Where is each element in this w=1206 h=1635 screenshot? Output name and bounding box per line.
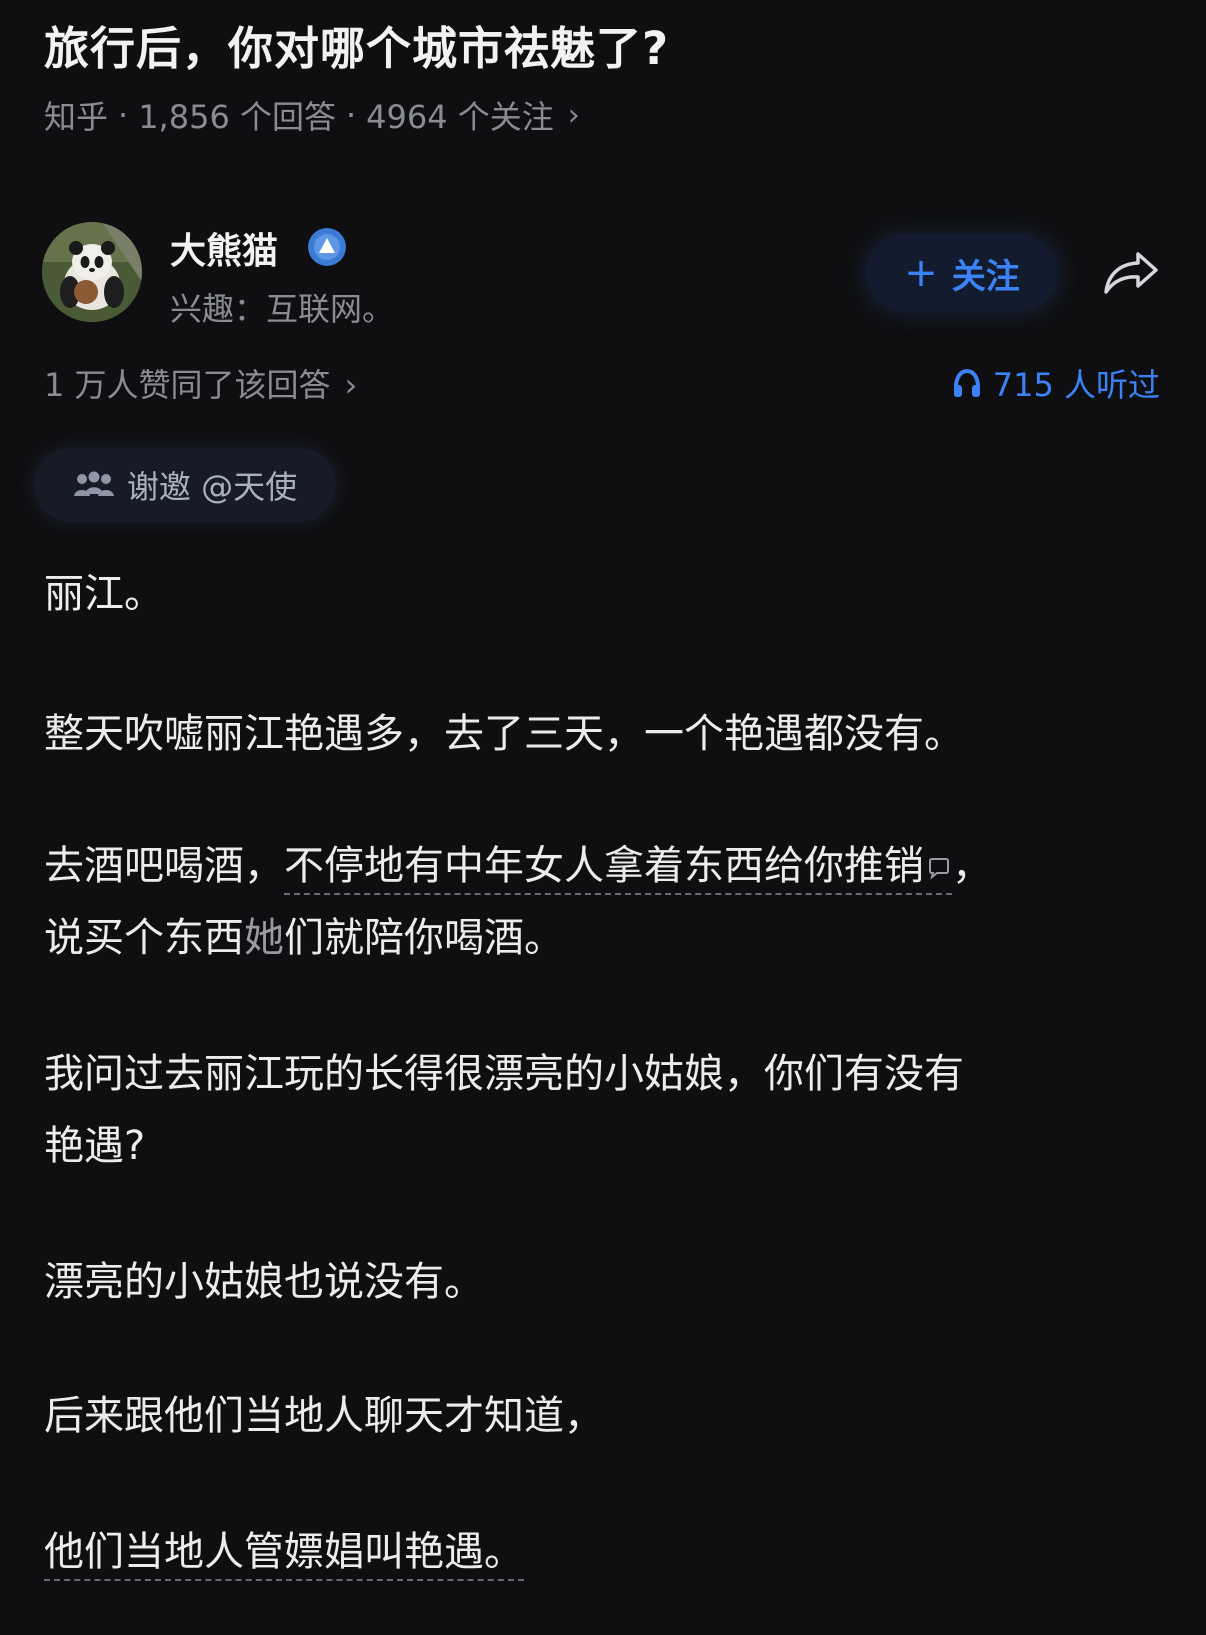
paragraph-text: ， xyxy=(952,843,992,889)
answer-paragraph: 说买个东西她们就陪你喝酒。 xyxy=(44,904,564,972)
paragraph-text: 去酒吧喝酒， xyxy=(44,843,284,889)
upvote-text: 1 万人赞同了该回答 xyxy=(44,366,331,404)
plus-icon: + xyxy=(904,250,938,296)
follow-button[interactable]: + 关注 xyxy=(866,234,1058,312)
upvote-summary[interactable]: 1 万人赞同了该回答 › xyxy=(44,360,357,406)
chevron-right-icon: › xyxy=(344,366,358,404)
meta-separator: · xyxy=(118,96,129,134)
panda-avatar-icon xyxy=(42,222,142,322)
obscured-text: 她 xyxy=(244,915,284,961)
meta-separator: · xyxy=(345,96,357,134)
listen-summary[interactable]: 715 人听过 xyxy=(951,360,1160,406)
author-name[interactable]: 大熊猫 xyxy=(170,222,278,274)
answer-paragraph: 丽江。 xyxy=(44,571,164,617)
listeners-text: 715 人听过 xyxy=(992,366,1160,404)
headphones-icon xyxy=(953,368,980,397)
annotated-text: 不停地有中年女人拿着东西给你推销 xyxy=(284,843,924,889)
question-meta[interactable]: 知乎 · 1,856 个回答 · 4964 个关注 › xyxy=(44,92,580,138)
comment-icon xyxy=(929,858,949,880)
paragraph-text: 说买个东西 xyxy=(44,915,244,961)
avatar[interactable] xyxy=(42,222,142,322)
people-icon xyxy=(73,471,114,496)
answer-paragraph: 我问过去丽江玩的长得很漂亮的小姑娘，你们有没有 xyxy=(44,1051,964,1097)
follow-label: 关注 xyxy=(951,256,1020,297)
platform-label: 知乎 xyxy=(44,98,109,136)
answer-paragraph: 艳遇? xyxy=(44,1123,146,1169)
invite-label: 谢邀 @天使 xyxy=(126,468,298,506)
followers-count: 4964 个关注 xyxy=(366,98,554,136)
author-bio: 兴趣：互联网。 xyxy=(170,290,395,328)
annotated-phrase[interactable]: 不停地有中年女人拿着东西给你推销 xyxy=(284,843,952,895)
paragraph-text: 们就陪你喝酒。 xyxy=(284,915,564,961)
answer-paragraph: 后来跟他们当地人聊天才知道， xyxy=(44,1393,604,1439)
answer-paragraph: 他们当地人管嫖娼叫艳遇。 xyxy=(44,1518,524,1586)
verified-badge-icon xyxy=(308,228,346,266)
answers-count: 1,856 个回答 xyxy=(138,98,336,136)
invite-chip[interactable]: 谢邀 @天使 xyxy=(34,448,336,522)
answer-paragraph: 整天吹嘘丽江艳遇多，去了三天，一个艳遇都没有。 xyxy=(44,711,964,757)
chevron-right-icon: › xyxy=(567,97,580,133)
answer-paragraph: 去酒吧喝酒，不停地有中年女人拿着东西给你推销 ， xyxy=(44,832,992,900)
question-title[interactable]: 旅行后，你对哪个城市祛魅了? xyxy=(44,12,669,77)
annotated-phrase[interactable]: 他们当地人管嫖娼叫艳遇。 xyxy=(44,1529,524,1581)
share-arrow-icon[interactable] xyxy=(1098,246,1162,298)
answer-paragraph: 漂亮的小姑娘也说没有。 xyxy=(44,1259,484,1305)
